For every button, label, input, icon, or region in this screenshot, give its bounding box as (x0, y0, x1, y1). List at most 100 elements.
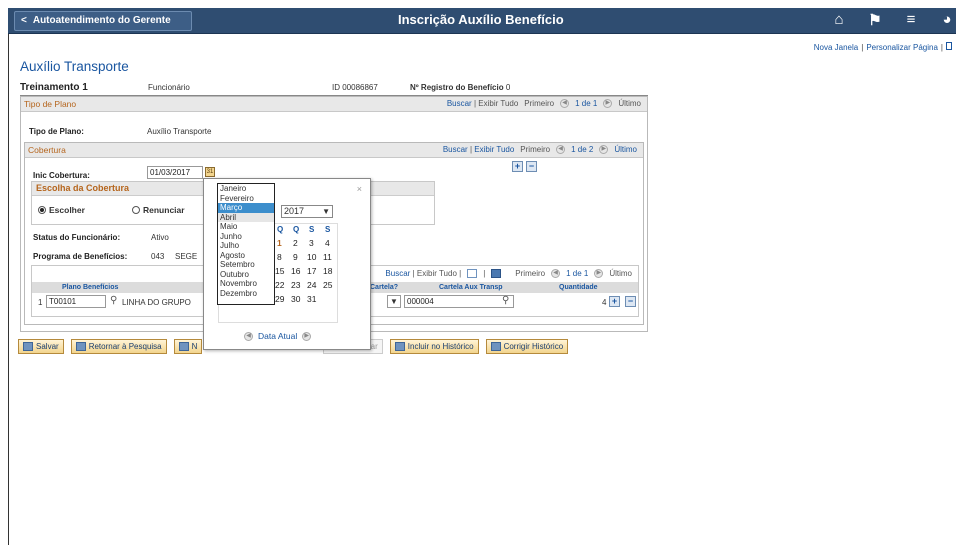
delete-row-button[interactable]: − (625, 296, 636, 307)
save-label: Salvar (36, 342, 59, 351)
separator: | (459, 269, 462, 278)
card-aux-input[interactable]: 000004 (404, 295, 514, 308)
calendar-day[interactable]: 30 (291, 294, 300, 304)
previous-icon[interactable]: ◀ (551, 269, 561, 278)
menu-icon[interactable]: ≡ (902, 11, 920, 29)
calendar-day[interactable]: 11 (323, 252, 332, 262)
calendar-day[interactable]: 1 (277, 238, 282, 248)
zoom-icon[interactable] (467, 269, 478, 278)
search-link[interactable]: Buscar (443, 145, 468, 154)
delete-row-button[interactable]: − (526, 161, 537, 172)
month-option[interactable]: Janeiro (218, 184, 274, 194)
employee-id-value: 00086867 (342, 83, 378, 92)
month-option[interactable]: Novembro (218, 279, 274, 289)
previous-icon[interactable]: ◀ (556, 145, 566, 154)
new-window-link[interactable]: Nova Janela (814, 43, 858, 52)
correct-history-button[interactable]: Corrigir Histórico (485, 339, 569, 354)
calendar-day[interactable]: 17 (307, 266, 316, 276)
month-option[interactable]: Abril (218, 212, 274, 222)
choose-radio[interactable]: Escolher (38, 205, 85, 215)
return-icon (75, 342, 86, 351)
flag-icon[interactable]: ⚑ (866, 11, 884, 29)
separator: | (861, 43, 864, 52)
nav-links: Buscar | Exibir Tudo (447, 99, 518, 108)
month-option[interactable]: Setembro (218, 260, 274, 270)
next-icon[interactable]: ▶ (599, 145, 609, 154)
calendar-day[interactable]: 16 (291, 266, 300, 276)
benefit-program-name: SEGE (175, 252, 198, 261)
save-button[interactable]: Salvar (18, 339, 64, 354)
show-all-link[interactable]: Exibir Tudo (478, 99, 518, 108)
show-all-link[interactable]: Exibir Tudo (474, 145, 514, 154)
notify-label: N (191, 342, 198, 351)
return-search-button[interactable]: Retornar à Pesquisa (70, 339, 167, 354)
row-count: 1 de 1 (566, 269, 589, 278)
calendar-day[interactable]: 31 (307, 294, 316, 304)
calendar-day[interactable]: 25 (323, 280, 332, 290)
col-card: Cartela? (370, 284, 399, 291)
calendar-day[interactable]: 23 (291, 280, 300, 290)
help-icon[interactable] (946, 42, 952, 50)
month-option[interactable]: Dezembro (218, 289, 274, 299)
save-icon (23, 342, 33, 351)
calendar-day[interactable]: 22 (275, 280, 284, 290)
personalize-page-link[interactable]: Personalizar Página (866, 43, 938, 52)
add-row-button[interactable]: + (609, 296, 620, 307)
month-option[interactable]: Junho (218, 232, 274, 242)
employee-id: ID 00086867 (332, 83, 378, 92)
include-history-button[interactable]: Incluir no Histórico (389, 339, 479, 354)
calendar-day[interactable]: 29 (275, 294, 284, 304)
month-option-selected[interactable]: Março (218, 203, 274, 213)
separator: | (483, 269, 486, 278)
next-icon[interactable]: ▶ (594, 269, 604, 278)
last-link[interactable]: Último (614, 145, 637, 154)
employee-row: Treinamento 1 Funcionário ID 00086867 Nº… (20, 82, 648, 96)
add-row-button[interactable]: + (512, 161, 523, 172)
calendar-day[interactable]: 3 (309, 238, 314, 248)
plan-input[interactable]: T00101 (46, 295, 106, 308)
calendar-day[interactable]: 8 (277, 252, 282, 262)
main-title: Auxílio Transporte (20, 59, 129, 74)
row-count: 1 de 1 (575, 99, 598, 108)
last-label: Último (618, 99, 641, 108)
lookup-icon[interactable]: ⚲ (110, 295, 117, 306)
previous-icon[interactable]: ◀ (244, 331, 253, 341)
employee-role: Funcionário (148, 83, 190, 92)
calendar-day[interactable]: 2 (293, 238, 298, 248)
coverage-start-input[interactable]: 01/03/2017 (147, 166, 203, 179)
home-icon[interactable]: ⌂ (830, 11, 848, 29)
year-select[interactable]: 2017 ▼ (281, 205, 333, 218)
separator: | (473, 99, 477, 108)
calendar-icon[interactable]: 31 (205, 167, 215, 177)
search-link[interactable]: Buscar (385, 269, 410, 278)
month-option[interactable]: Outubro (218, 270, 274, 280)
download-icon[interactable] (491, 269, 502, 278)
search-link[interactable]: Buscar (447, 99, 472, 108)
month-option[interactable]: Fevereiro (218, 194, 274, 204)
close-icon[interactable]: × (357, 184, 362, 194)
plan-type-nav: Buscar | Exibir Tudo Primeiro ◀ 1 de 1 ▶… (447, 99, 641, 108)
calendar-day[interactable]: 24 (307, 280, 316, 290)
calendar-day[interactable]: 4 (325, 238, 330, 248)
navbar-icon[interactable]: ◕ (938, 11, 956, 29)
card-select[interactable]: ▼ (387, 295, 401, 308)
month-option[interactable]: Agosto (218, 251, 274, 261)
show-all-link[interactable]: Exibir Tudo (417, 269, 457, 278)
back-button[interactable]: < Autoatendimento do Gerente (14, 11, 192, 31)
calendar-day[interactable]: 10 (307, 252, 316, 262)
previous-icon[interactable]: ◀ (560, 99, 570, 108)
lookup-icon[interactable]: ⚲ (502, 295, 509, 306)
current-date-button[interactable]: ◀ Data Atual ▶ (244, 331, 312, 341)
next-icon[interactable]: ▶ (603, 99, 613, 108)
calendar-day[interactable]: 18 (323, 266, 332, 276)
radio-selected-icon (38, 206, 46, 214)
month-option[interactable]: Maio (218, 222, 274, 232)
notify-icon (178, 342, 189, 351)
month-option[interactable]: Julho (218, 241, 274, 251)
waive-radio[interactable]: Renunciar (132, 205, 185, 215)
next-icon[interactable]: ▶ (302, 331, 312, 341)
calendar-day[interactable]: 15 (275, 266, 284, 276)
chevron-down-icon: ▼ (322, 207, 330, 216)
calendar-day[interactable]: 9 (293, 252, 298, 262)
notify-button[interactable]: N (173, 339, 203, 354)
